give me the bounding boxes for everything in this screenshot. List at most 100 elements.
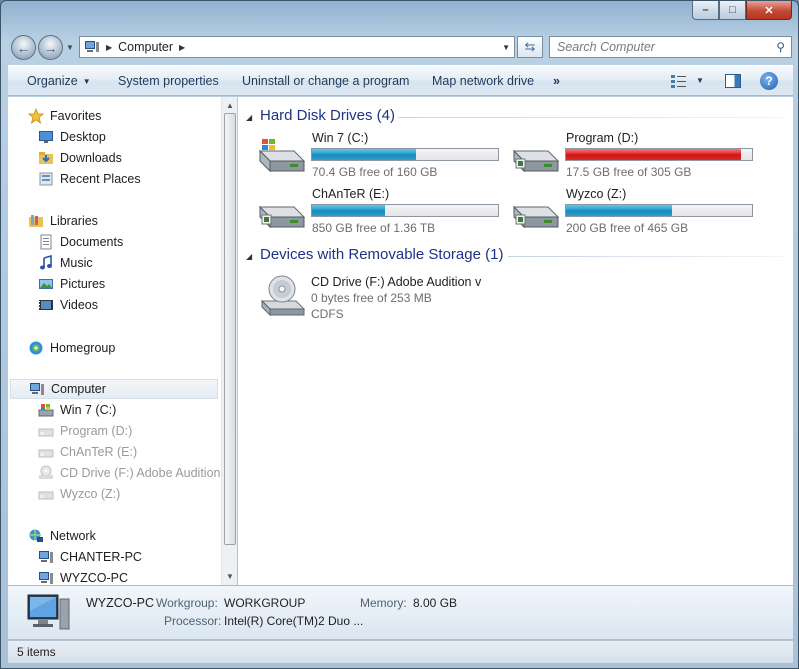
search-box[interactable]: ⚲: [549, 36, 792, 58]
cd-drive-name: CD Drive (F:) Adobe Audition v: [311, 275, 482, 289]
address-dropdown-icon[interactable]: ▼: [502, 43, 510, 52]
drive-tile[interactable]: Win 7 (C:) 70.4 GB free of 160 GB: [258, 131, 508, 183]
status-bar: 5 items: [8, 640, 793, 663]
nav-computer-label: Computer: [51, 382, 106, 396]
nav-network-label: Network: [50, 529, 96, 543]
removable-group-header[interactable]: ◢ Devices with Removable Storage (1): [246, 246, 504, 263]
preview-pane-icon[interactable]: [725, 74, 741, 88]
nav-downloads-label: Downloads: [60, 151, 122, 165]
help-icon[interactable]: ?: [760, 72, 778, 90]
hard-drive-icon: [512, 205, 560, 229]
scroll-thumb[interactable]: [224, 113, 236, 545]
content-pane: ◢ Hard Disk Drives (4) Win 7 (C:) 70.4 G…: [238, 97, 793, 585]
system-properties-button[interactable]: System properties: [118, 74, 219, 88]
nav-downloads[interactable]: Downloads: [38, 148, 122, 168]
processor-value: Intel(R) Core(TM)2 Duo ...: [224, 614, 364, 628]
breadcrumb-chevron-icon[interactable]: ▶: [179, 43, 185, 52]
breadcrumb-computer[interactable]: Computer: [118, 40, 173, 54]
workgroup-label: Workgroup:: [156, 596, 218, 610]
nav-drive-c[interactable]: Win 7 (C:): [38, 400, 116, 420]
network-computer-icon: [39, 551, 53, 563]
nav-music[interactable]: Music: [38, 253, 93, 273]
drive-usage-bar: [311, 148, 499, 161]
drive-name: Win 7 (C:): [312, 131, 369, 145]
organize-button[interactable]: Organize ▼: [27, 74, 91, 88]
recent-places-icon: [39, 172, 53, 186]
nav-drive-f[interactable]: CD Drive (F:) Adobe Audition v: [38, 463, 230, 483]
nav-desktop-label: Desktop: [60, 130, 106, 144]
pictures-icon: [39, 279, 53, 289]
memory-label: Memory:: [360, 596, 407, 610]
recent-pages-dropdown[interactable]: ▼: [66, 43, 74, 52]
drive-usage-fill: [566, 205, 673, 216]
network-icon: [29, 529, 43, 542]
scroll-up-icon[interactable]: ▲: [226, 101, 234, 110]
drive-usage-bar: [565, 204, 753, 217]
nav-scrollbar[interactable]: ▲ ▼: [221, 97, 237, 585]
libraries-icon: [29, 215, 43, 227]
minimize-button[interactable]: –: [692, 1, 719, 20]
close-button[interactable]: ✕: [746, 1, 792, 20]
windows-drive-icon: [38, 404, 54, 417]
nav-computer[interactable]: Computer: [10, 379, 218, 399]
search-icon[interactable]: ⚲: [776, 40, 785, 54]
nav-drive-d[interactable]: Program (D:): [38, 421, 132, 441]
hard-drive-icon: [38, 449, 54, 458]
drive-free-space: 17.5 GB free of 305 GB: [566, 165, 692, 179]
nav-documents-label: Documents: [60, 235, 124, 249]
search-input[interactable]: [557, 40, 762, 54]
collapse-icon[interactable]: ◢: [246, 252, 252, 261]
refresh-button[interactable]: ⇆: [517, 36, 543, 58]
drive-tile[interactable]: Program (D:) 17.5 GB free of 305 GB: [512, 131, 762, 183]
nav-chanter-pc-label: CHANTER-PC: [60, 550, 142, 564]
nav-libraries[interactable]: Libraries: [28, 211, 98, 231]
nav-videos[interactable]: Videos: [38, 295, 98, 315]
address-bar[interactable]: ▶ Computer ▶ ▼: [79, 36, 515, 58]
nav-pictures[interactable]: Pictures: [38, 274, 105, 294]
chevron-down-icon: ▼: [82, 77, 91, 87]
maximize-button[interactable]: □: [719, 1, 746, 20]
scroll-down-icon[interactable]: ▼: [226, 572, 234, 581]
drive-tile[interactable]: ChAnTeR (E:) 850 GB free of 1.36 TB: [258, 187, 508, 239]
hdd-group-header[interactable]: ◢ Hard Disk Drives (4): [246, 107, 395, 124]
nav-documents[interactable]: Documents: [38, 232, 123, 252]
forward-button[interactable]: →: [38, 35, 63, 60]
nav-recent-places-label: Recent Places: [60, 172, 141, 186]
nav-drive-z[interactable]: Wyzco (Z:): [38, 484, 120, 504]
change-view-icon[interactable]: [670, 73, 688, 89]
nav-homegroup[interactable]: Homegroup: [28, 338, 115, 358]
nav-drive-e[interactable]: ChAnTeR (E:): [38, 442, 137, 462]
nav-favorites[interactable]: Favorites: [28, 106, 101, 126]
cd-drive-icon: [39, 465, 53, 479]
more-commands-button[interactable]: »: [553, 74, 560, 88]
uninstall-program-button[interactable]: Uninstall or change a program: [242, 74, 409, 88]
nav-network[interactable]: Network: [28, 526, 96, 546]
map-network-drive-button[interactable]: Map network drive: [432, 74, 534, 88]
network-computer-icon: [39, 572, 53, 584]
view-options-dropdown-icon[interactable]: ▼: [696, 76, 704, 85]
breadcrumb-separator-icon[interactable]: ▶: [106, 43, 112, 52]
nav-chanter-pc[interactable]: CHANTER-PC: [38, 547, 142, 567]
nav-music-label: Music: [60, 256, 93, 270]
nav-homegroup-label: Homegroup: [50, 341, 116, 355]
drive-tile[interactable]: Wyzco (Z:) 200 GB free of 465 GB: [512, 187, 762, 239]
hard-drive-icon: [512, 149, 560, 173]
drive-usage-bar: [565, 148, 753, 161]
nav-recent-places[interactable]: Recent Places: [38, 169, 141, 189]
computer-icon: [27, 594, 70, 630]
item-count: 5 items: [17, 645, 56, 659]
downloads-folder-icon: [39, 152, 53, 164]
back-button[interactable]: ←: [11, 35, 36, 60]
removable-group-title: Devices with Removable Storage (1): [260, 246, 504, 263]
desktop-icon: [39, 131, 53, 143]
drive-usage-fill: [566, 149, 741, 160]
explorer-window: – □ ✕ ← → ▼ ▶ Computer ▶ ▼ ⇆ ⚲ Organize ▼…: [0, 0, 799, 669]
nav-desktop[interactable]: Desktop: [38, 127, 106, 147]
drive-free-space: 850 GB free of 1.36 TB: [312, 221, 436, 235]
workgroup-value: WORKGROUP: [224, 596, 306, 610]
drive-usage-bar: [311, 204, 499, 217]
details-pane: WYZCO-PC Workgroup: WORKGROUP Memory: 8.…: [8, 585, 793, 639]
cd-drive-tile[interactable]: CD Drive (F:) Adobe Audition v 0 bytes f…: [258, 275, 528, 325]
collapse-icon[interactable]: ◢: [246, 113, 252, 122]
nav-wyzco-pc[interactable]: WYZCO-PC: [38, 568, 128, 585]
